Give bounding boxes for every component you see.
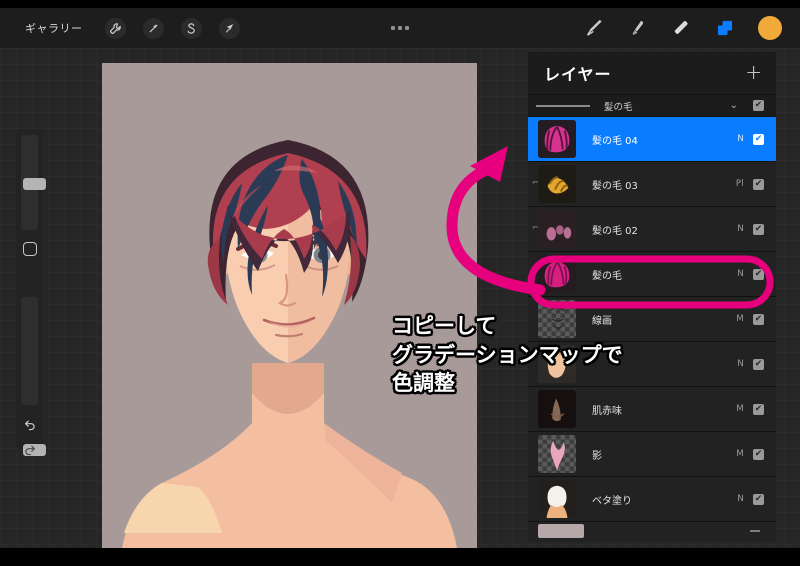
layer-blend-mode[interactable]: N (737, 224, 744, 234)
layer-name-label: 影 (592, 450, 602, 462)
layer-thumbnail-partial (538, 524, 584, 538)
layer-row[interactable]: ⌐ 髪の毛 03 Pl ✔ (528, 161, 776, 206)
layer-row[interactable]: 影 M ✔ (528, 431, 776, 476)
layer-thumbnail (538, 165, 576, 203)
layer-blend-mode[interactable]: N (737, 134, 744, 144)
layer-blend-mode[interactable]: Pl (736, 179, 744, 189)
redo-icon[interactable] (20, 439, 40, 459)
layer-visibility-checkbox[interactable]: ✔ (753, 403, 764, 415)
layer-blend-mode-partial (750, 530, 760, 532)
opacity-slider[interactable] (21, 297, 46, 456)
layer-blend-mode[interactable]: N (737, 359, 744, 369)
artwork-canvas[interactable] (102, 63, 477, 548)
group-name-label: 髪の毛 (604, 101, 633, 113)
layer-blend-mode[interactable]: N (737, 269, 744, 279)
group-indicator-bar (536, 104, 590, 107)
layer-group-row[interactable]: 髪の毛 ⌄ ✔ (528, 94, 776, 116)
layer-blend-mode[interactable]: N (737, 494, 744, 504)
layer-thumbnail (538, 210, 576, 248)
annotation-text: コピーして グラデーションマップで 色調整 (392, 312, 623, 398)
layer-visibility-checkbox[interactable]: ✔ (753, 223, 764, 235)
layer-visibility-checkbox[interactable]: ✔ (753, 358, 764, 370)
color-swatch-button[interactable] (758, 16, 782, 40)
layer-name-label: 髪の毛 03 (592, 180, 638, 192)
layer-name-label: ベタ塗り (592, 495, 632, 507)
gallery-button[interactable]: ギャラリー (25, 20, 83, 36)
annotation-line-3: 色調整 (392, 371, 455, 396)
layer-visibility-checkbox[interactable]: ✔ (753, 448, 764, 460)
selection-s-icon[interactable] (180, 17, 202, 39)
layer-name-label: 髪の毛 04 (592, 135, 638, 147)
layer-row[interactable]: ベタ塗り N ✔ (528, 476, 776, 521)
left-tool-group (104, 17, 240, 39)
layer-visibility-checkbox[interactable]: ✔ (753, 178, 764, 190)
layer-row-partial[interactable] (528, 521, 776, 542)
add-layer-button[interactable]: + (745, 62, 762, 85)
layers-panel-title: レイヤー (544, 65, 612, 84)
modify-square-button[interactable] (23, 242, 37, 256)
smudge-icon[interactable] (626, 16, 648, 40)
layer-thumbnail (538, 255, 576, 293)
actions-wrench-icon[interactable] (104, 17, 126, 39)
character-illustration (102, 63, 477, 548)
transform-arrow-icon[interactable] (218, 17, 240, 39)
left-tool-sidebar (16, 129, 46, 456)
brush-icon[interactable] (582, 16, 604, 40)
procreate-app-window: ギャラリー レイヤー + 髪の毛 ⌄ ✔ 髪の毛 04 N ✔ ⌐ 髪の毛 03… (0, 0, 800, 566)
layer-visibility-checkbox[interactable]: ✔ (753, 268, 764, 280)
layer-name-label: 肌赤味 (592, 405, 622, 417)
layer-blend-mode[interactable]: M (736, 449, 744, 459)
layer-visibility-checkbox[interactable]: ✔ (753, 493, 764, 505)
right-tool-group (582, 16, 782, 40)
brush-size-thumb[interactable] (23, 178, 46, 190)
layer-row[interactable]: 髪の毛 04 N ✔ (528, 116, 776, 161)
chevron-down-icon[interactable]: ⌄ (730, 100, 738, 111)
annotation-line-2: グラデーションマップで (392, 342, 623, 367)
layer-visibility-checkbox[interactable]: ✔ (753, 313, 764, 325)
layer-blend-mode[interactable]: M (736, 314, 744, 324)
group-visibility-checkbox[interactable]: ✔ (753, 100, 764, 111)
layer-name-label: 髪の毛 02 (592, 225, 638, 237)
layers-panel-header: レイヤー + (528, 52, 776, 94)
layer-name-label: 髪の毛 (592, 270, 622, 282)
layer-thumbnail (538, 480, 576, 518)
layers-icon[interactable] (714, 16, 736, 40)
layer-row[interactable]: ⌐ 髪の毛 02 N ✔ (528, 206, 776, 251)
layer-thumbnail (538, 435, 576, 473)
layer-thumbnail (538, 120, 576, 158)
more-options-icon[interactable] (391, 26, 409, 30)
layer-blend-mode[interactable]: M (736, 404, 744, 414)
layer-visibility-checkbox[interactable]: ✔ (753, 133, 764, 145)
eraser-icon[interactable] (670, 16, 692, 40)
top-toolbar: ギャラリー (0, 8, 800, 48)
brush-size-slider[interactable] (21, 135, 46, 230)
adjustments-wand-icon[interactable] (142, 17, 164, 39)
layer-row[interactable]: 髪の毛 N ✔ (528, 251, 776, 296)
undo-icon[interactable] (20, 414, 40, 434)
layers-panel: レイヤー + 髪の毛 ⌄ ✔ 髪の毛 04 N ✔ ⌐ 髪の毛 03 Pl ✔ … (528, 52, 776, 542)
annotation-line-1: コピーして (392, 314, 497, 338)
